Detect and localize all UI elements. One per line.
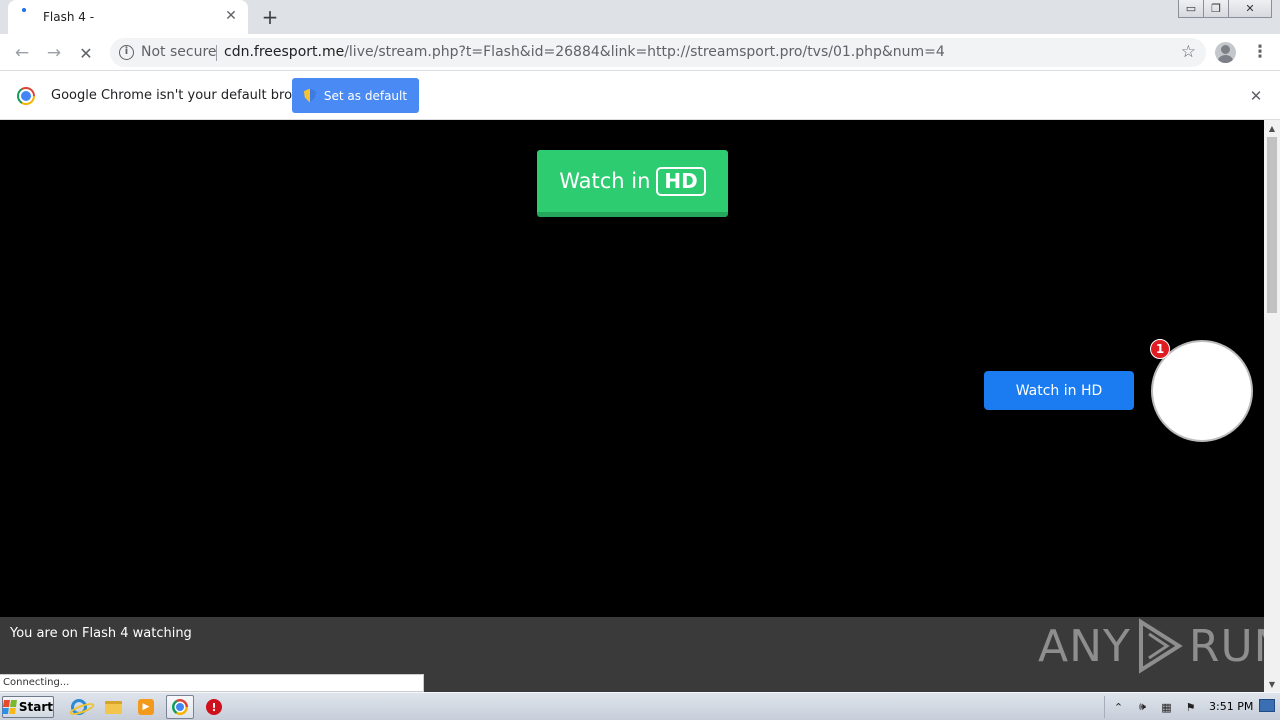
stop-loading-button[interactable]: ✕ xyxy=(73,40,99,66)
security-label[interactable]: Not secure xyxy=(141,44,217,60)
url-path: /live/stream.php?t=Flash&id=26884&link=h… xyxy=(344,44,945,60)
media-player-icon: ▶ xyxy=(138,699,154,715)
taskbar-explorer[interactable] xyxy=(99,695,127,719)
watermark-run: RUN xyxy=(1188,620,1264,672)
set-as-default-button[interactable]: Set as default xyxy=(292,78,419,113)
infobar-message: Google Chrome isn't your default browser xyxy=(51,88,323,103)
taskbar-stop-app[interactable]: ! xyxy=(200,695,228,719)
page-content: Watch in HD Watch in HD 1 You are on Fla… xyxy=(0,120,1264,692)
network-icon[interactable]: ▦ xyxy=(1159,700,1174,715)
hd-badge: HD xyxy=(656,166,706,196)
restore-button[interactable]: ❐ xyxy=(1203,0,1229,18)
minimize-button[interactable]: ▭ xyxy=(1178,0,1204,18)
close-window-button[interactable]: ✕ xyxy=(1228,0,1272,18)
notification-badge: 1 xyxy=(1150,339,1170,359)
new-tab-button[interactable]: + xyxy=(258,5,282,29)
stop-sign-icon: ! xyxy=(206,699,222,715)
taskbar-media-player[interactable]: ▶ xyxy=(132,695,160,719)
tab-close-icon[interactable]: ✕ xyxy=(222,7,240,25)
omnibox-divider xyxy=(216,45,217,61)
windows-flag-icon xyxy=(2,700,17,714)
play-logo-icon xyxy=(1138,618,1183,674)
taskbar-internet-explorer[interactable] xyxy=(65,695,93,719)
back-button[interactable]: ← xyxy=(9,40,35,66)
url-text[interactable]: cdn.freesport.me/live/stream.php?t=Flash… xyxy=(224,44,945,60)
chrome-logo-icon xyxy=(17,87,35,105)
url-host: cdn.freesport.me xyxy=(224,44,345,60)
folder-icon xyxy=(104,700,122,714)
default-browser-infobar: Google Chrome isn't your default browser… xyxy=(0,71,1280,120)
watching-text: You are on Flash 4 watching xyxy=(10,626,192,641)
anyrun-watermark: ANY RUN xyxy=(1038,611,1264,681)
browser-toolbar: ← → ✕ i Not secure cdn.freesport.me/live… xyxy=(0,34,1280,71)
bookmark-star-icon[interactable]: ☆ xyxy=(1181,42,1196,62)
windows-taskbar: Start ▶ ! ⌃ 🕪 ▦ ⚑ 3:51 PM xyxy=(0,692,1280,720)
loading-favicon-icon xyxy=(22,8,26,12)
scroll-thumb[interactable] xyxy=(1267,137,1277,313)
tab-strip: Flash 4 - ✕ + ▭ ❐ ✕ xyxy=(0,0,1280,34)
tab-flash-4[interactable]: Flash 4 - ✕ xyxy=(8,0,248,34)
watch-in-hd-blue-button[interactable]: Watch in HD xyxy=(984,371,1134,410)
profile-icon[interactable] xyxy=(1215,42,1236,63)
action-center-flag-icon[interactable]: ⚑ xyxy=(1183,700,1198,715)
tab-title: Flash 4 - xyxy=(43,10,95,24)
show-desktop-button[interactable] xyxy=(1259,699,1275,712)
status-bubble: Connecting... xyxy=(0,674,424,692)
volume-icon[interactable]: 🕪 xyxy=(1135,700,1150,715)
taskbar-clock[interactable]: 3:51 PM xyxy=(1209,700,1253,713)
start-button[interactable]: Start xyxy=(2,696,54,718)
infobar-close-icon[interactable]: ✕ xyxy=(1246,86,1266,106)
chrome-icon xyxy=(172,699,188,715)
set-as-default-label: Set as default xyxy=(323,88,408,103)
address-bar[interactable]: i Not secure cdn.freesport.me/live/strea… xyxy=(110,38,1206,67)
scroll-down-arrow-icon[interactable]: ▼ xyxy=(1264,676,1280,692)
start-label: Start xyxy=(18,700,53,714)
window-controls: ▭ ❐ ✕ xyxy=(1178,0,1272,18)
tray-expand-icon[interactable]: ⌃ xyxy=(1111,700,1126,715)
forward-button[interactable]: → xyxy=(41,40,67,66)
info-icon[interactable]: i xyxy=(119,45,134,60)
scroll-up-arrow-icon[interactable]: ▲ xyxy=(1264,120,1280,136)
shield-icon xyxy=(303,88,316,103)
menu-icon[interactable]: ⋮ xyxy=(1250,42,1270,62)
internet-explorer-icon xyxy=(71,699,87,715)
system-tray: ⌃ 🕪 ▦ ⚑ xyxy=(1104,696,1198,718)
watermark-any: ANY xyxy=(1038,620,1131,672)
watch-in-label: Watch in xyxy=(559,169,651,193)
page-scrollbar[interactable]: ▲ ▼ xyxy=(1264,120,1280,692)
watch-in-hd-green-button[interactable]: Watch in HD xyxy=(537,150,728,217)
taskbar-chrome[interactable] xyxy=(166,695,194,719)
